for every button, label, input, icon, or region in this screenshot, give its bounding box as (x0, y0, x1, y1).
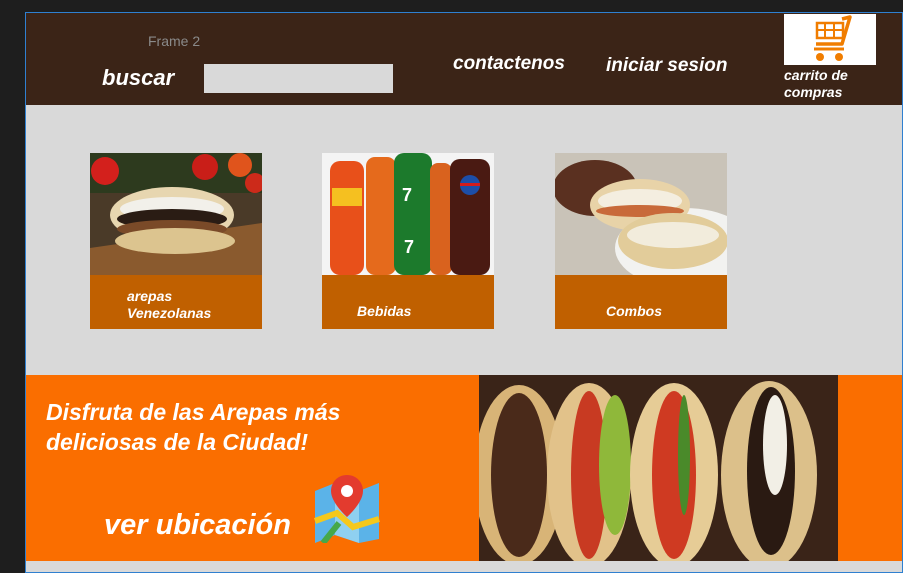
search-label: buscar (102, 65, 175, 90)
search-input[interactable] (204, 64, 393, 93)
cart-label-line2: compras (784, 84, 843, 100)
category-card-arepas[interactable]: arepas Venezolanas (90, 153, 262, 329)
arepa-photo (90, 153, 262, 275)
svg-text:7: 7 (402, 185, 412, 205)
promo-banner: Disfruta de las Arepas más deliciosas de… (26, 375, 902, 561)
shopping-cart-icon (814, 15, 852, 61)
category-label-line2: Venezolanas (127, 305, 212, 321)
category-label-line1: arepas (127, 288, 173, 304)
category-card-combos[interactable]: Combos (555, 153, 727, 329)
page-frame: buscar contactenos iniciar sesion carrit… (25, 12, 903, 573)
banner-title-line2: deliciosas de la Ciudad! (46, 429, 309, 455)
category-label-line1: Bebidas (357, 303, 412, 319)
contact-link[interactable]: contactenos (453, 53, 565, 75)
category-card-bebidas[interactable]: 7 7 Bebidas (322, 153, 494, 329)
map-pin-icon[interactable] (313, 473, 381, 543)
cart-button[interactable] (784, 14, 876, 65)
location-link[interactable]: ver ubicación (104, 509, 291, 542)
category-label: arepas Venezolanas (90, 275, 262, 329)
cart-label-line1: carrito de (784, 67, 848, 83)
frame-label: Frame 2 (148, 33, 201, 49)
svg-text:7: 7 (404, 237, 414, 257)
category-label: Bebidas (322, 275, 494, 329)
banner-title-line1: Disfruta de las Arepas más (46, 399, 341, 425)
banner-title: Disfruta de las Arepas más deliciosas de… (46, 397, 340, 457)
login-link[interactable]: iniciar sesion (606, 55, 727, 77)
combos-photo (555, 153, 727, 275)
cart-label[interactable]: carrito de compras (784, 67, 848, 101)
category-label: Combos (555, 275, 727, 329)
category-label-line1: Combos (606, 303, 662, 319)
top-header: buscar contactenos iniciar sesion carrit… (26, 13, 902, 105)
drinks-photo: 7 7 (322, 153, 494, 275)
arepas-banner-photo (479, 375, 838, 561)
